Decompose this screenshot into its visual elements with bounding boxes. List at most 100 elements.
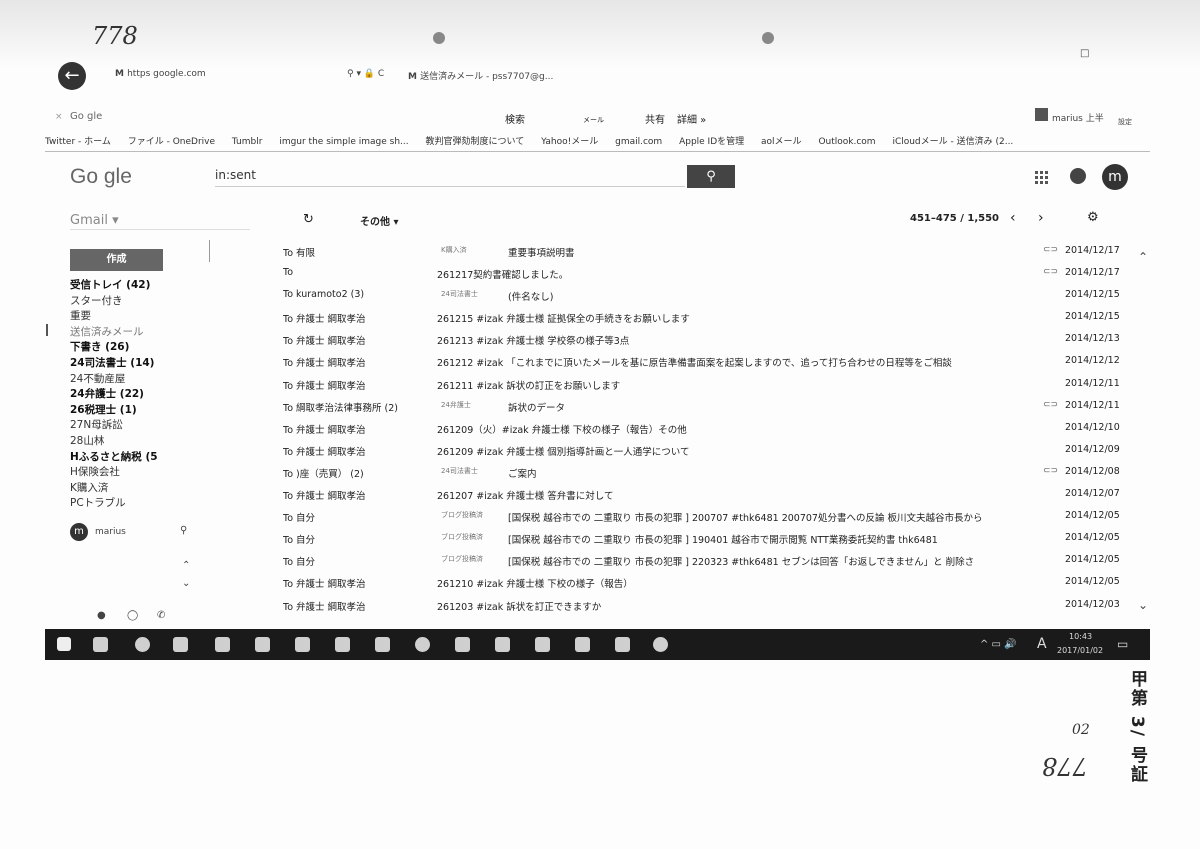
bookmark-item[interactable]: Twitter - ホーム [45, 137, 111, 147]
message-row[interactable]: To 自分 ブログ投稿済 [国保税 越谷市での 二重取り 市長の犯罪 ] 22032… [283, 549, 1123, 571]
toolbar-mail-button[interactable]: メール [583, 115, 604, 125]
app-icon[interactable] [575, 637, 590, 652]
sidebar-item-label[interactable]: 24弁護士 (22) [70, 387, 190, 403]
sidebar-item-label[interactable]: H保険会社 [70, 465, 190, 481]
search-input[interactable]: in:sent [215, 168, 685, 182]
message-row[interactable]: To 弁護士 綱取孝治 261212 #izak 「これまでに頂いたメールを基に原… [283, 350, 1123, 372]
bookmark-item[interactable]: Apple IDを管理 [679, 137, 744, 147]
notifications-icon[interactable] [1070, 168, 1086, 184]
message-row[interactable]: To 弁護士 綱取孝治 261207 #izak 弁護士様 答弁書に対して 2014… [283, 483, 1123, 505]
message-row[interactable]: To 自分 ブログ投稿済 [国保税 越谷市での 二重取り 市長の犯罪 ] 20070… [283, 505, 1123, 527]
edge-icon[interactable] [135, 637, 150, 652]
back-icon[interactable]: ← [58, 62, 86, 90]
dropbox-icon[interactable] [335, 637, 350, 652]
sidebar-item-inbox[interactable]: 受信トレイ (42) [70, 278, 190, 294]
scroll-up-icon[interactable]: ⌃ [1138, 250, 1148, 264]
message-row[interactable]: To 261217契約書確認しました。 ⊂⊃ 2014/12/17 [283, 262, 1123, 284]
sidebar-item-important[interactable]: 重要 [70, 309, 190, 325]
address-bar-tools[interactable]: ⚲ ▾ 🔒 C [347, 69, 384, 79]
chevron-right-icon[interactable]: › [1038, 210, 1044, 226]
app-icon[interactable] [375, 637, 390, 652]
sidebar-item-drafts[interactable]: 下書き (26) [70, 340, 190, 356]
sidebar-item-label[interactable]: K購入済 [70, 481, 190, 497]
browser-tab[interactable]: M 送信済みメール - pss7707@g... [408, 69, 553, 82]
gmail-menu[interactable]: Gmail ▾ [70, 213, 119, 228]
message-row[interactable]: To 弁護士 綱取孝治 261213 #izak 弁護士様 学校祭の様子等3点 20… [283, 328, 1123, 350]
app-icon[interactable] [415, 637, 430, 652]
message-row[interactable]: To 自分 ブログ投稿済 [国保税 越谷市での 二重取り 市長の犯罪 ] 19040… [283, 527, 1123, 549]
hangouts-user[interactable]: marius [95, 527, 126, 537]
tray-icons[interactable]: ^ ▭ 🔊 [980, 639, 1017, 650]
hangouts-icon[interactable]: ◯ [127, 610, 138, 621]
store-icon[interactable] [173, 637, 188, 652]
bookmark-item[interactable]: gmail.com [615, 137, 662, 147]
more-menu[interactable]: その他 ▾ [360, 213, 399, 228]
message-row[interactable]: To 弁護士 綱取孝治 261215 #izak 弁護士様 証拠保全の手続きをお願… [283, 306, 1123, 328]
app-icon[interactable] [215, 637, 230, 652]
bookmark-item[interactable]: ファイル - OneDrive [128, 137, 215, 147]
bookmark-item[interactable]: Outlook.com [818, 137, 875, 147]
message-row[interactable]: To kuramoto2 (3) 24司法書士 (件名なし) 2014/12/15 [283, 284, 1123, 306]
windows-start-icon[interactable] [57, 637, 71, 651]
scroll-down-icon[interactable]: ⌄ [1138, 598, 1148, 612]
apps-grid-icon[interactable] [1035, 170, 1049, 184]
bookmark-item[interactable]: Tumblr [232, 137, 263, 147]
handwritten-page-number: 778 [1042, 752, 1088, 780]
app-icon[interactable] [455, 637, 470, 652]
toolbar-user[interactable]: marius 上半 [1052, 111, 1104, 124]
app-icon[interactable] [535, 637, 550, 652]
ime-indicator[interactable]: A [1037, 636, 1047, 652]
message-row[interactable]: To 弁護士 綱取孝治 261209 #izak 弁護士様 個別指導計画と一人通学… [283, 439, 1123, 461]
phone-icon[interactable]: ✆ [157, 610, 165, 621]
clock-date[interactable]: 2017/01/02 [1057, 646, 1103, 655]
chevron-up-icon[interactable]: ⌃ [182, 560, 190, 571]
message-row[interactable]: To 弁護士 綱取孝治 261203 #izak 訴状を訂正できますか 2014/1… [283, 594, 1123, 616]
google-logo[interactable]: Go gle [70, 165, 132, 189]
sidebar-item-label[interactable]: 24司法書士 (14) [70, 356, 190, 372]
app-icon[interactable] [295, 637, 310, 652]
bookmark-item[interactable]: Yahoo!メール [541, 137, 598, 147]
task-view-icon[interactable] [93, 637, 108, 652]
refresh-icon[interactable]: ↻ [303, 212, 314, 227]
toolbar-settings[interactable]: 設定 [1118, 117, 1132, 127]
window-controls[interactable]: □ [1080, 48, 1089, 59]
message-row[interactable]: To 有限 K購入済 重要事項説明書 ⊂⊃ 2014/12/17 [283, 240, 1123, 262]
chevron-down-icon[interactable]: ⌄ [182, 578, 190, 589]
address-bar[interactable]: M https google.com [115, 69, 206, 79]
sidebar-item-label[interactable]: 24不動産屋 [70, 372, 190, 388]
sidebar-item-label[interactable]: 26税理士 (1) [70, 403, 190, 419]
sidebar-item-label[interactable]: Hふるさと納税 (5 [70, 450, 190, 466]
close-icon[interactable]: × [55, 112, 63, 122]
search-button[interactable]: ⚲ [687, 165, 735, 188]
message-row[interactable]: To )座（売買） (2) 24司法書士 ご案内 ⊂⊃ 2014/12/08 [283, 461, 1123, 483]
bookmark-item[interactable]: imgur the simple image sh... [279, 137, 408, 147]
app-icon[interactable] [255, 637, 270, 652]
clock-time[interactable]: 10:43 [1069, 632, 1092, 641]
app-icon[interactable] [495, 637, 510, 652]
contacts-icon[interactable]: ● [97, 610, 106, 621]
internet-explorer-icon[interactable] [653, 637, 668, 652]
hangouts-avatar[interactable]: m [70, 523, 88, 541]
sidebar-item-label[interactable]: PCトラブル [70, 496, 190, 512]
account-avatar[interactable]: m [1102, 164, 1128, 190]
search-icon[interactable]: ⚲ [180, 525, 187, 536]
bookmark-item[interactable]: aolメール [761, 137, 802, 147]
sidebar-item-label[interactable]: 27N母訴訟 [70, 418, 190, 434]
notification-center-icon[interactable]: ▭ [1117, 637, 1128, 651]
sidebar-item-starred[interactable]: スター付き [70, 294, 190, 310]
bookmark-item[interactable]: 教判官弾劾制度について [426, 137, 525, 147]
sidebar-item-label[interactable]: 28山林 [70, 434, 190, 450]
toolbar-search-button[interactable]: 検索 [505, 111, 525, 126]
chevron-left-icon[interactable]: ‹ [1010, 210, 1016, 226]
message-row[interactable]: To 弁護士 綱取孝治 261210 #izak 弁護士様 下校の様子（報告） 20… [283, 571, 1123, 593]
gear-icon[interactable]: ⚙ [1087, 210, 1099, 225]
message-row[interactable]: To 綱取孝治法律事務所 (2) 24弁護士 訴状のデータ ⊂⊃ 2014/12/11 [283, 395, 1123, 417]
toolbar-share-button[interactable]: 共有 [645, 111, 665, 126]
toolbar-more-button[interactable]: 詳細 » [677, 111, 706, 126]
app-icon[interactable] [615, 637, 630, 652]
compose-button[interactable]: 作成 [70, 249, 163, 271]
message-row[interactable]: To 弁護士 綱取孝治 261211 #izak 訴状の訂正をお願いします 2014… [283, 373, 1123, 395]
sidebar-item-sent[interactable]: 送信済みメール [70, 325, 190, 341]
message-row[interactable]: To 弁護士 綱取孝治 261209（火）#izak 弁護士様 下校の様子（報告）… [283, 417, 1123, 439]
bookmark-item[interactable]: iCloudメール - 送信済み (2... [892, 137, 1013, 147]
